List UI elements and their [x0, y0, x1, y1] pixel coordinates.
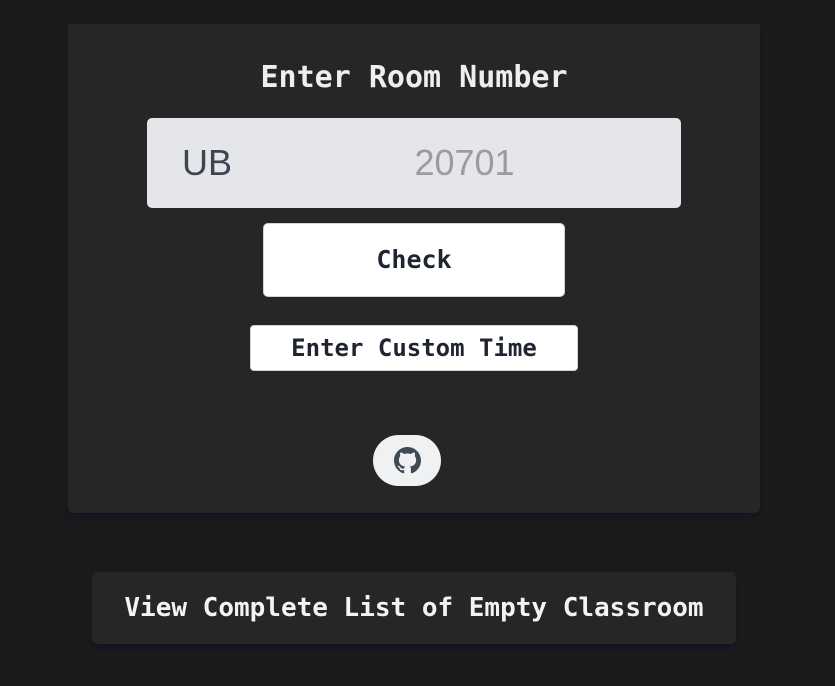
building-prefix: UB	[182, 142, 233, 183]
room-check-card: Enter Room Number UB Check Enter Custom …	[68, 24, 788, 513]
room-number-input[interactable]	[232, 118, 788, 208]
github-link-button[interactable]	[373, 435, 441, 486]
check-button[interactable]: Check	[263, 223, 565, 297]
github-icon	[393, 447, 421, 474]
view-empty-classroom-list-button[interactable]: View Complete List of Empty Classroom	[92, 572, 736, 644]
custom-time-button[interactable]: Enter Custom Time	[250, 325, 578, 371]
room-number-group: UB	[147, 118, 788, 208]
page-title: Enter Room Number	[260, 60, 568, 95]
